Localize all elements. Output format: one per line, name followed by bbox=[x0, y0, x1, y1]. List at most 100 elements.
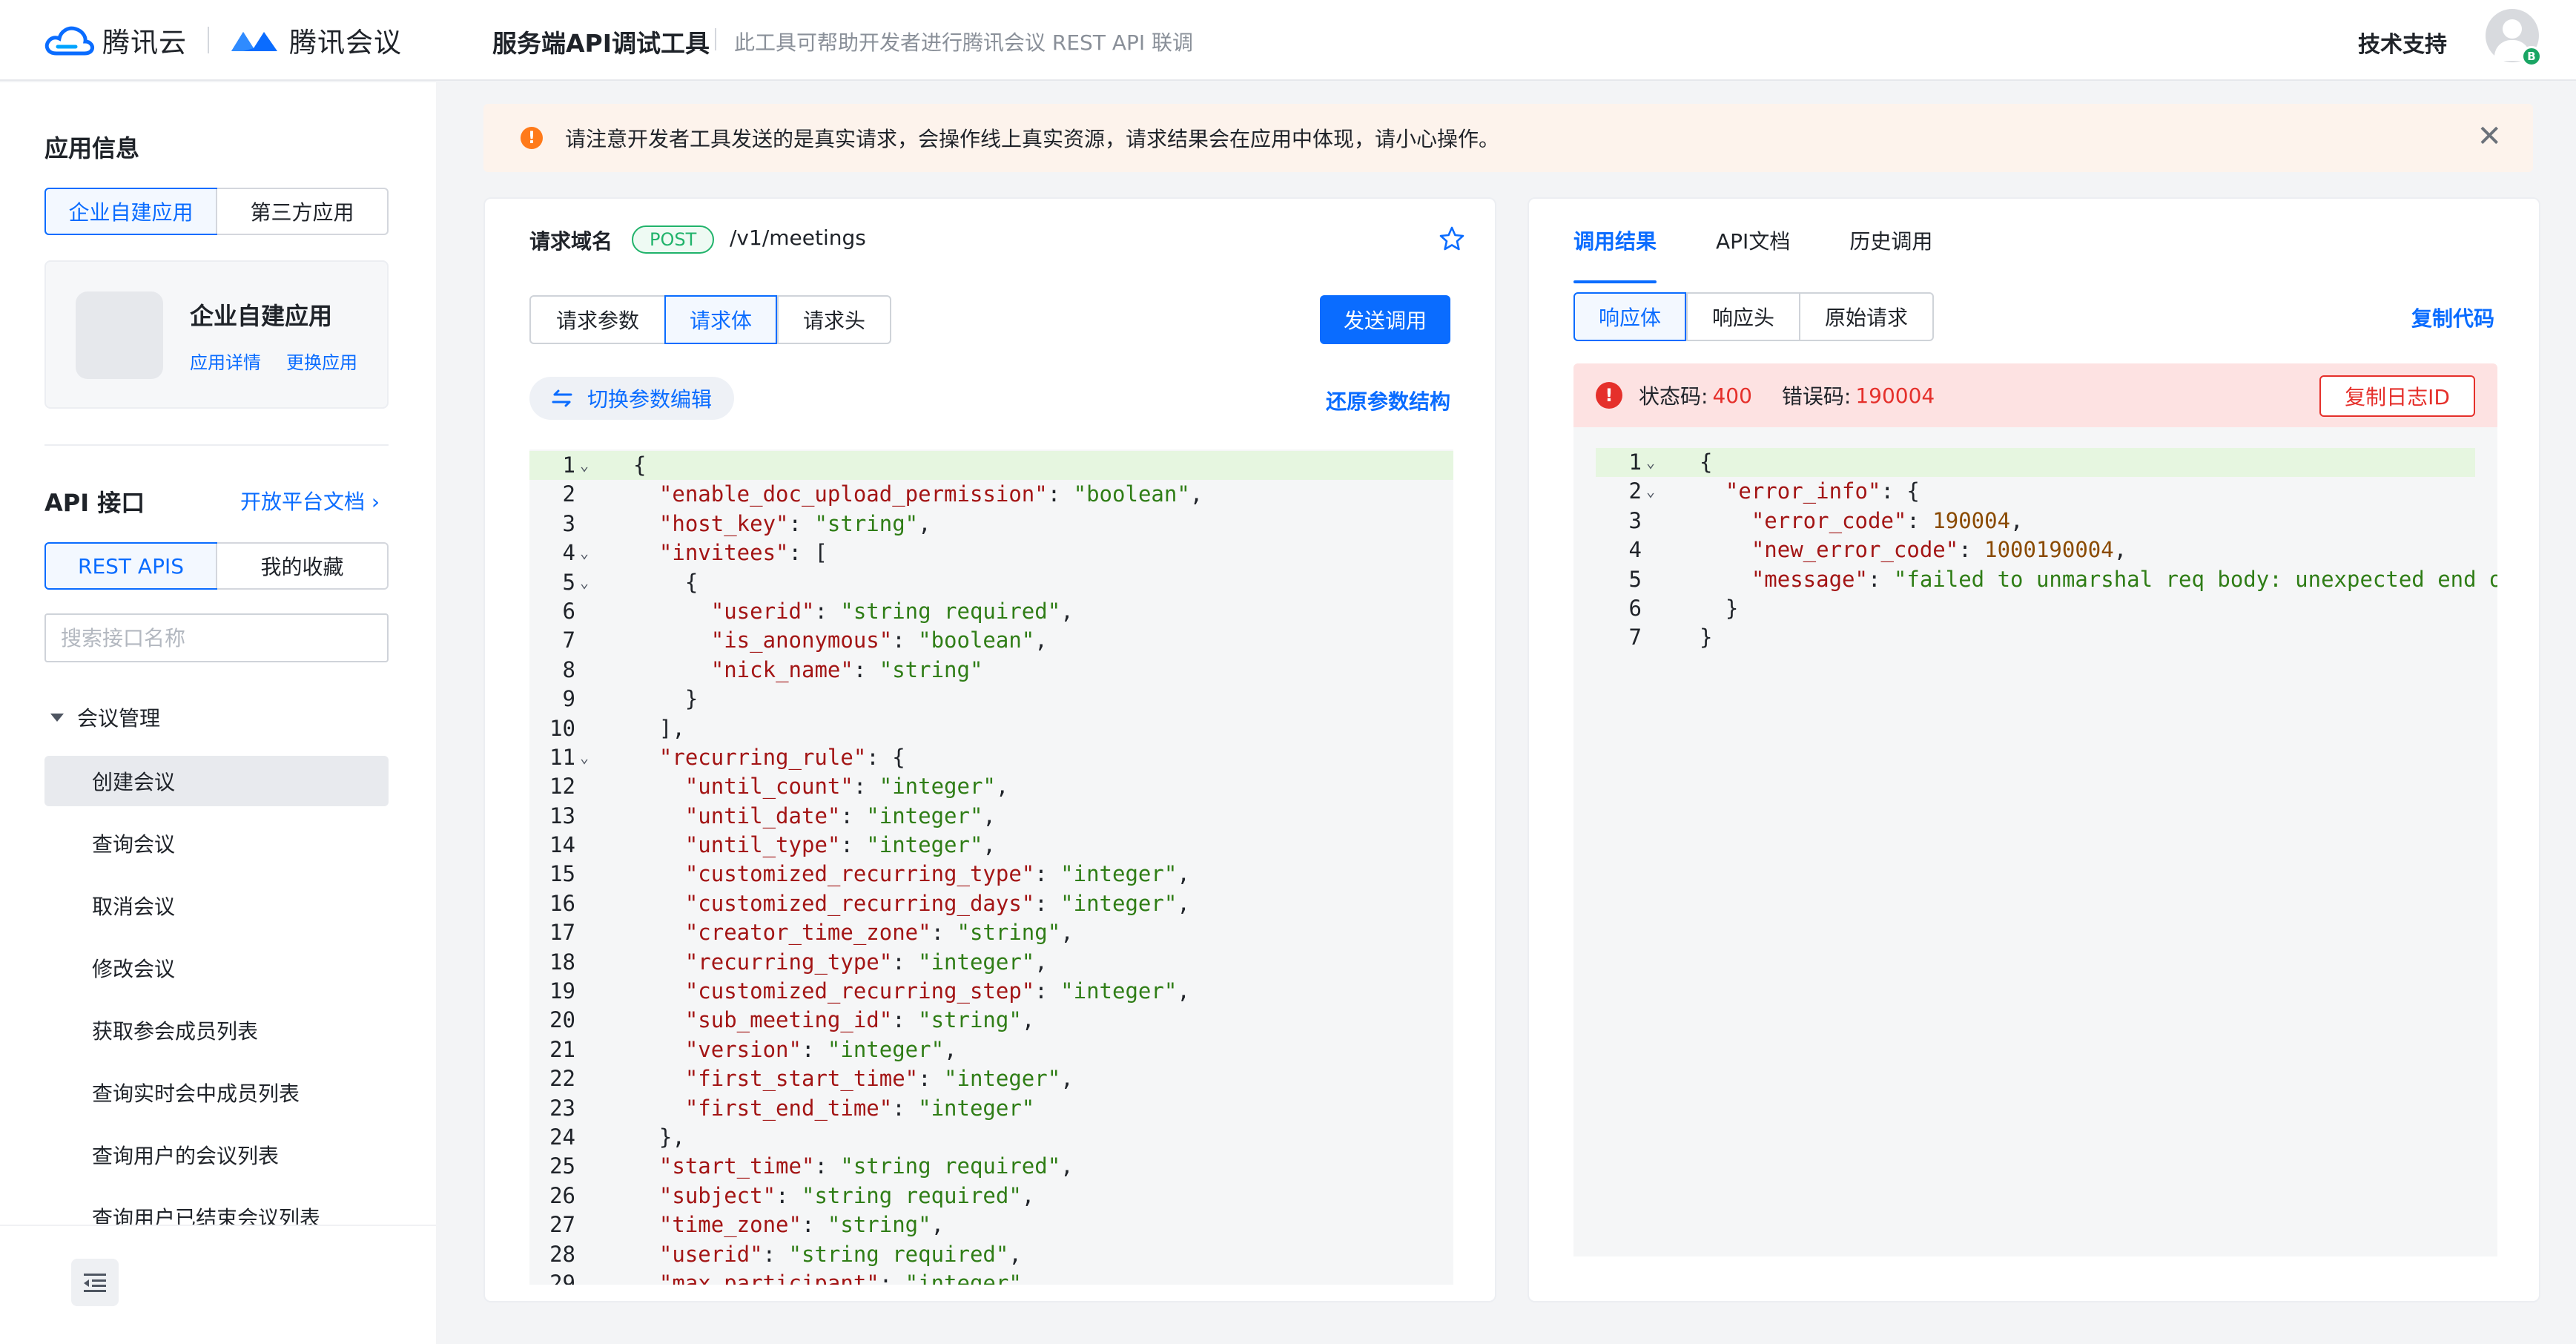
method-badge: POST bbox=[632, 225, 715, 254]
fold-chevron-icon[interactable]: ⌄ bbox=[580, 451, 589, 480]
collapse-menu-icon bbox=[84, 1274, 106, 1292]
response-body-viewer[interactable]: 1 ⌄{2 ⌄ "error_info": {3 "error_code": 190… bbox=[1573, 427, 2497, 1256]
fold-chevron-icon[interactable]: ⌄ bbox=[1646, 448, 1655, 477]
app-card: 企业自建应用 应用详情 更换应用 bbox=[44, 260, 389, 409]
request-body-editor[interactable]: 1 ⌄{2 "enable_doc_upload_permission": "bo… bbox=[529, 449, 1453, 1285]
menu-item-modify-meeting[interactable]: 修改会议 bbox=[44, 943, 389, 993]
app-type-third-party[interactable]: 第三方应用 bbox=[216, 189, 387, 234]
menu-group-meeting[interactable]: 会议管理 bbox=[44, 702, 160, 732]
code-text: "recurring_type": "integer", bbox=[684, 949, 1048, 975]
request-tabs: 请求参数 请求体 请求头 bbox=[529, 295, 891, 344]
copy-code-link[interactable]: 复制代码 bbox=[2411, 303, 2494, 332]
line-number: 2 bbox=[1628, 478, 1642, 504]
code-line: 21 "version": "integer", bbox=[529, 1035, 1453, 1064]
code-line: 7 "is_anonymous": "boolean", bbox=[529, 626, 1453, 655]
response-code: 1 ⌄{2 ⌄ "error_info": {3 "error_code": 190… bbox=[1596, 448, 2497, 653]
response-sub-tabs: 响应体 响应头 原始请求 bbox=[1573, 292, 1934, 341]
tab-api-docs[interactable]: API文档 bbox=[1716, 224, 1790, 269]
fold-chevron-icon[interactable]: ⌄ bbox=[580, 538, 589, 567]
close-icon[interactable]: ✕ bbox=[2477, 122, 2502, 151]
line-number: 2 bbox=[562, 481, 575, 507]
fold-chevron-icon[interactable]: ⌄ bbox=[580, 568, 589, 597]
menu-item-query-meeting[interactable]: 查询会议 bbox=[44, 818, 389, 869]
menu-item-live-members[interactable]: 查询实时会中成员列表 bbox=[44, 1067, 389, 1118]
code-text: "recurring_rule": { bbox=[658, 744, 905, 770]
tab-favorites[interactable]: 我的收藏 bbox=[216, 544, 387, 588]
tab-response-body[interactable]: 响应体 bbox=[1573, 292, 1686, 341]
line-number: 4 bbox=[562, 540, 575, 566]
tab-history[interactable]: 历史调用 bbox=[1849, 224, 1932, 269]
sidebar: 应用信息 企业自建应用 第三方应用 企业自建应用 应用详情 更换应用 API 接… bbox=[0, 82, 436, 1344]
menu-item-user-meetings[interactable]: 查询用户的会议列表 bbox=[44, 1130, 389, 1180]
tab-request-params[interactable]: 请求参数 bbox=[531, 297, 664, 343]
code-line: 27 "time_zone": "string", bbox=[529, 1210, 1453, 1239]
line-number: 4 bbox=[1628, 537, 1642, 563]
line-number: 23 bbox=[549, 1095, 575, 1121]
warning-icon: ! bbox=[521, 127, 543, 149]
code-line: 3 "host_key": "string", bbox=[529, 510, 1453, 538]
code-line: 2 ⌄ "error_info": { bbox=[1596, 477, 2475, 506]
line-number: 27 bbox=[549, 1212, 575, 1238]
code-text: }, bbox=[633, 1124, 685, 1150]
fold-chevron-icon[interactable]: ⌄ bbox=[1646, 477, 1655, 506]
tab-raw-request[interactable]: 原始请求 bbox=[1799, 294, 1932, 340]
menu-item-participants[interactable]: 获取参会成员列表 bbox=[44, 1005, 389, 1055]
code-text: "version": "integer", bbox=[684, 1036, 957, 1062]
switch-edit-mode-button[interactable]: 切换参数编辑 bbox=[529, 377, 735, 420]
menu-item-cancel-meeting[interactable]: 取消会议 bbox=[44, 880, 389, 931]
code-text: } bbox=[1700, 625, 1713, 650]
code-text: "enable_doc_upload_permission": "boolean… bbox=[658, 481, 1203, 507]
tech-support-link[interactable]: 技术支持 bbox=[2358, 26, 2447, 59]
code-text: "error_info": { bbox=[1725, 478, 1920, 504]
favorite-star-icon[interactable] bbox=[1439, 225, 1465, 252]
tab-response-headers[interactable]: 响应头 bbox=[1686, 294, 1799, 340]
tab-rest-apis[interactable]: REST APIS bbox=[44, 542, 217, 590]
open-docs-link[interactable]: 开放平台文档 › bbox=[240, 486, 380, 515]
line-number: 29 bbox=[549, 1270, 575, 1285]
menu-item-create-meeting[interactable]: 创建会议 bbox=[44, 756, 389, 806]
app-type-internal[interactable]: 企业自建应用 bbox=[44, 188, 217, 235]
code-text: "until_type": "integer", bbox=[684, 832, 996, 858]
code-text: "customized_recurring_days": "integer", bbox=[684, 890, 1190, 916]
app-type-toggle: 企业自建应用 第三方应用 bbox=[44, 188, 389, 235]
code-text: "sub_meeting_id": "string", bbox=[684, 1007, 1035, 1033]
code-text: { bbox=[633, 452, 647, 478]
tab-request-body[interactable]: 请求体 bbox=[664, 295, 777, 344]
request-path: /v1/meetings bbox=[730, 225, 866, 250]
result-panel: 调用结果 API文档 历史调用 响应体 响应头 原始请求 复制代码 ! 状态码:… bbox=[1528, 197, 2540, 1302]
code-line: 7} bbox=[1596, 623, 2475, 652]
brand[interactable]: 腾讯云 腾讯会议 bbox=[43, 19, 402, 61]
restore-structure-link[interactable]: 还原参数结构 bbox=[1326, 386, 1450, 415]
warning-notice: ! 请注意开发者工具发送的是真实请求，会操作线上真实资源，请求结果会在应用中体现… bbox=[483, 104, 2533, 172]
line-number: 13 bbox=[549, 803, 575, 829]
code-text: "max_participant": "integer", bbox=[658, 1270, 1035, 1285]
menu-group-label: 会议管理 bbox=[77, 706, 161, 731]
copy-log-id-button[interactable]: 复制日志ID bbox=[2319, 375, 2475, 417]
tab-request-headers[interactable]: 请求头 bbox=[777, 297, 890, 343]
send-request-button[interactable]: 发送调用 bbox=[1320, 295, 1450, 344]
code-text: "first_end_time": "integer" bbox=[684, 1095, 1035, 1121]
api-search-input[interactable] bbox=[44, 613, 389, 662]
fold-chevron-icon[interactable]: ⌄ bbox=[580, 743, 589, 772]
app-detail-link[interactable]: 应用详情 bbox=[190, 348, 261, 374]
tab-call-result[interactable]: 调用结果 bbox=[1573, 224, 1657, 283]
sidebar-footer bbox=[0, 1225, 436, 1344]
line-number: 17 bbox=[549, 920, 575, 946]
code-line: 17 "creator_time_zone": "string", bbox=[529, 918, 1453, 947]
avatar[interactable]: B bbox=[2486, 9, 2542, 67]
code-line: 4 ⌄ "invitees": [ bbox=[529, 538, 1453, 567]
swap-arrows-icon bbox=[552, 389, 572, 407]
code-line: 9 } bbox=[529, 685, 1453, 714]
line-number: 7 bbox=[1628, 625, 1642, 650]
line-number: 20 bbox=[549, 1007, 575, 1033]
switch-app-link[interactable]: 更换应用 bbox=[286, 348, 357, 374]
code-line: 28 "userid": "string required", bbox=[529, 1240, 1453, 1269]
tencent-meeting-logo-icon bbox=[231, 32, 277, 51]
brand-separator bbox=[208, 27, 209, 53]
code-line: 10 ], bbox=[529, 714, 1453, 743]
status-code-value: 400 bbox=[1712, 383, 1752, 408]
code-line: 3 "error_code": 190004, bbox=[1596, 507, 2475, 536]
code-line: 23 "first_end_time": "integer" bbox=[529, 1094, 1453, 1123]
divider bbox=[44, 444, 389, 446]
collapse-sidebar-button[interactable] bbox=[71, 1259, 119, 1306]
